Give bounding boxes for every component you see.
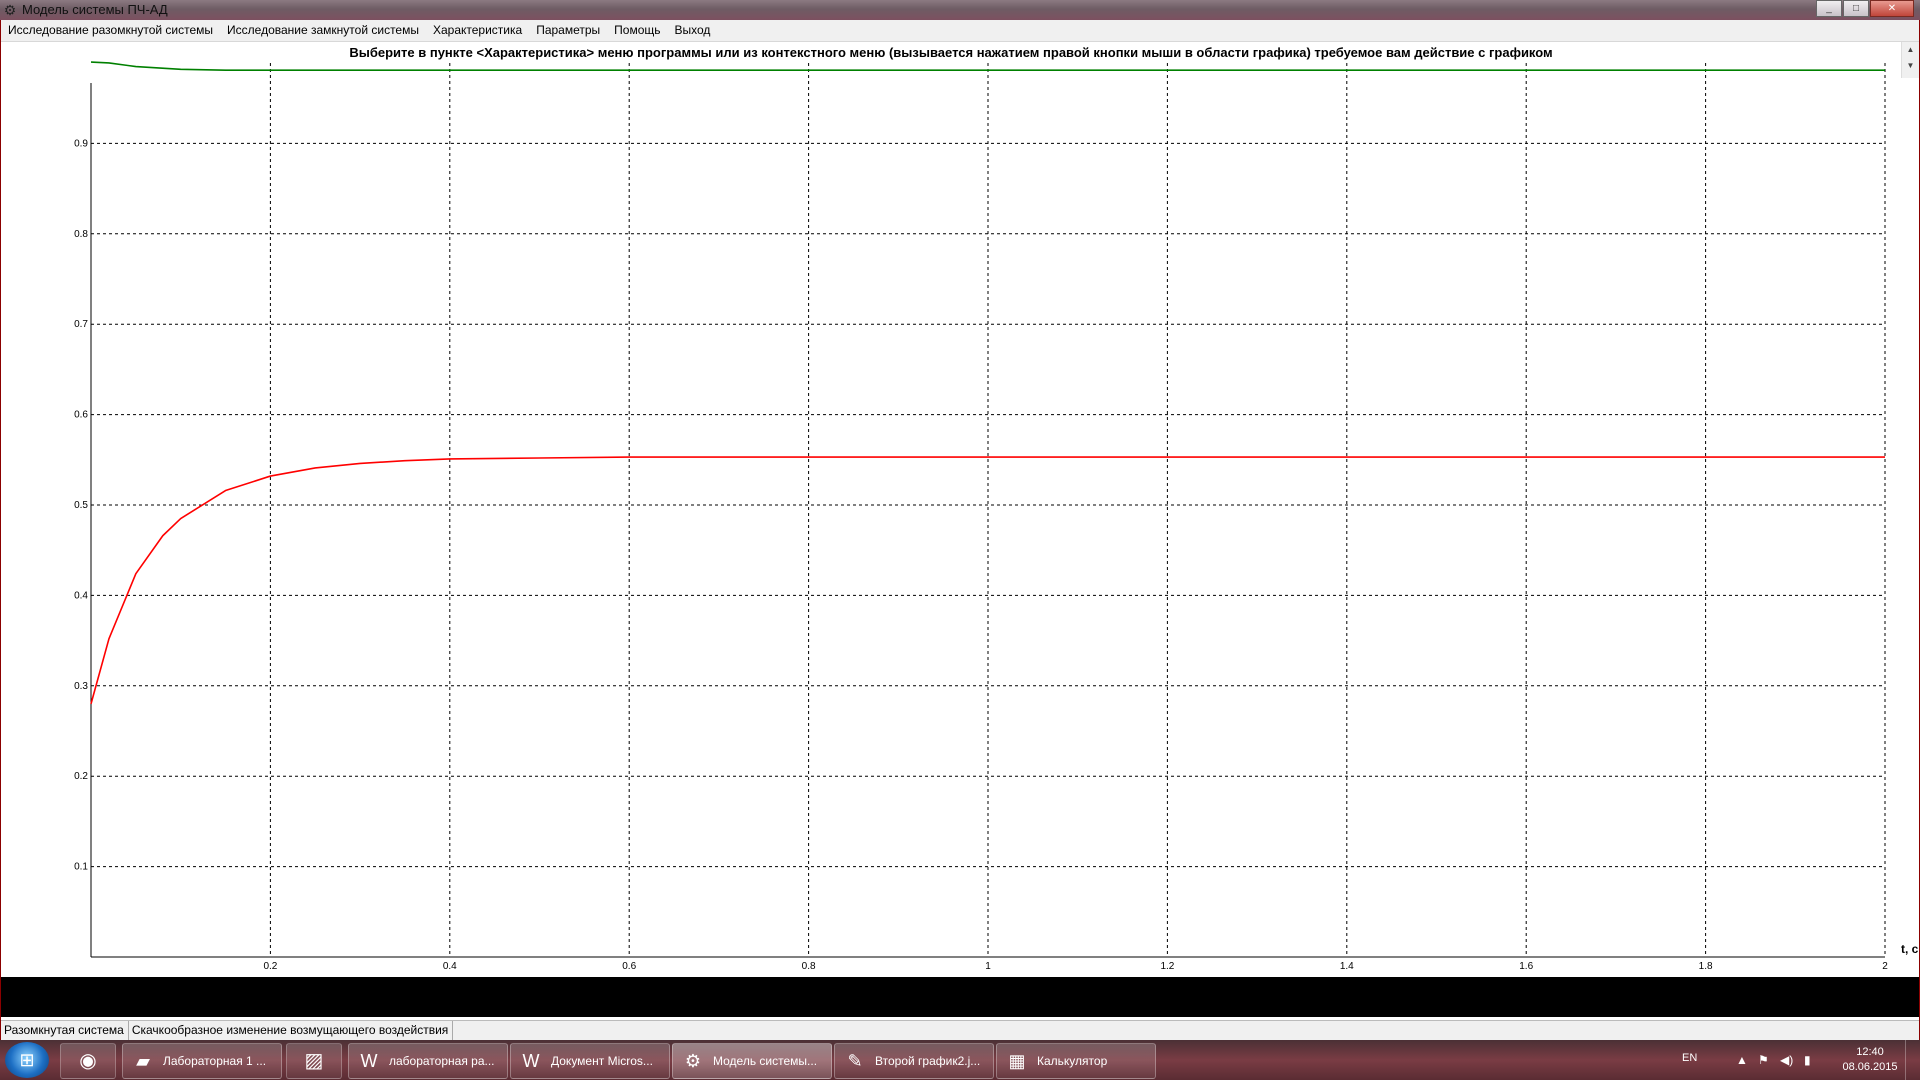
x-axis-label: t, c [1901, 942, 1919, 956]
menu-open-system[interactable]: Исследование разомкнутой системы [1, 20, 220, 41]
y-tick-label: 0.4 [74, 590, 88, 601]
menu-characteristic[interactable]: Характеристика [426, 20, 529, 41]
title-bar[interactable]: ⚙ Модель системы ПЧ-АД _ □ ✕ [0, 0, 1920, 20]
black-panel [1, 977, 1919, 1017]
volume-icon[interactable]: ◀) [1780, 1053, 1793, 1067]
task-word-doc[interactable]: W Документ Micros... [510, 1043, 670, 1079]
menu-bar: Исследование разомкнутой системы Исследо… [1, 20, 1919, 42]
clock-time: 12:40 [1856, 1046, 1884, 1058]
start-button[interactable]: ⊞ [5, 1042, 49, 1078]
instruction-text: Выберите в пункте <Характеристика> меню … [349, 45, 1553, 60]
task-label: Лабораторная 1 ... [163, 1054, 267, 1068]
y-tick-label: 0.9 [74, 138, 88, 149]
task-label: лабораторная ра... [389, 1054, 495, 1068]
plot-area[interactable]: 0.2 0.4 0.6 0.8 1 1.2 1.4 1.6 1.8 2 0.1 0.2 0.3 0.4 0.… [1, 42, 1919, 976]
task-paint[interactable]: ✎ Второй график2.j... [834, 1043, 994, 1079]
y-tick-label: 0.7 [74, 319, 88, 330]
status-description: Скачкообразное изменение возмущающего во… [129, 1021, 454, 1041]
x-tick-label: 1 [985, 961, 991, 972]
task-label: Модель системы... [713, 1054, 818, 1068]
system-tray: EN ▲ ⚑ ◀) ▮ 12:40 08.06.2015 [1670, 1040, 1920, 1080]
show-desktop-button[interactable] [1905, 1040, 1920, 1080]
vertical-scrollbar[interactable]: ▲ ▼ [1901, 42, 1919, 78]
x-tick-label: 0.2 [263, 961, 277, 972]
y-tick-label: 0.3 [74, 681, 88, 692]
firefox-pinned[interactable]: ◉ [60, 1043, 116, 1079]
y-tick-label: 0.5 [74, 500, 88, 511]
x-tick-label: 2 [1882, 961, 1888, 972]
maximize-button[interactable]: □ [1843, 0, 1869, 17]
menu-closed-system[interactable]: Исследование замкнутой системы [220, 20, 426, 41]
language-indicator[interactable]: EN [1682, 1052, 1697, 1064]
clock[interactable]: 12:40 08.06.2015 [1830, 1045, 1910, 1075]
task-calculator[interactable]: ▦ Калькулятор [996, 1043, 1156, 1079]
folder-icon: ▰ [136, 1051, 150, 1071]
x-tick-label: 0.8 [802, 961, 816, 972]
x-tick-label: 1.2 [1160, 961, 1174, 972]
task-model-system[interactable]: ⚙ Модель системы... [672, 1043, 832, 1079]
gear-icon: ⚙ [684, 1051, 702, 1071]
clock-date: 08.06.2015 [1842, 1061, 1898, 1073]
flag-icon[interactable]: ⚑ [1758, 1053, 1769, 1067]
menu-help[interactable]: Помощь [607, 20, 667, 41]
x-tick-label: 0.4 [443, 961, 457, 972]
windows-logo-icon: ⊞ [19, 1050, 35, 1070]
x-tick-label: 1.8 [1699, 961, 1713, 972]
task-label: Документ Micros... [551, 1054, 653, 1068]
word-icon: W [522, 1051, 540, 1071]
scroll-up-icon[interactable]: ▲ [1902, 42, 1919, 58]
task-word-lab[interactable]: W лабораторная ра... [348, 1043, 508, 1079]
task-label: Калькулятор [1037, 1054, 1108, 1068]
scroll-down-icon[interactable]: ▼ [1902, 58, 1919, 74]
task-lab-folder[interactable]: ▰ Лабораторная 1 ... [122, 1043, 282, 1079]
app-pin-icon: ▨ [304, 1050, 324, 1072]
x-tick-label: 0.6 [622, 961, 636, 972]
chart[interactable]: 0.2 0.4 0.6 0.8 1 1.2 1.4 1.6 1.8 2 0.1 0.2 0.3 0.4 0.… [1, 42, 1919, 976]
menu-exit[interactable]: Выход [668, 20, 718, 41]
window-title: Модель системы ПЧ-АД [22, 2, 168, 17]
y-tick-label: 0.1 [74, 862, 88, 873]
window-controls: _ □ ✕ [1815, 0, 1914, 18]
menu-parameters[interactable]: Параметры [529, 20, 607, 41]
word-icon: W [360, 1051, 378, 1071]
x-tick-label: 1.6 [1519, 961, 1533, 972]
firefox-icon: ◉ [79, 1050, 97, 1072]
paint-icon: ✎ [847, 1051, 863, 1071]
task-label: Второй график2.j... [875, 1054, 981, 1068]
app-gear-icon[interactable]: ⚙ [2, 2, 18, 18]
y-tick-label: 0.6 [74, 410, 88, 421]
status-bar: Разомкнутая система Скачкообразное измен… [1, 1020, 1919, 1041]
close-button[interactable]: ✕ [1870, 0, 1914, 17]
y-tick-label: 0.8 [74, 229, 88, 240]
show-hidden-icons-icon[interactable]: ▲ [1736, 1053, 1748, 1067]
network-icon[interactable]: ▮ [1804, 1053, 1811, 1067]
taskbar: ⊞ ◉ ▰ Лабораторная 1 ... ▨ W лабораторна… [0, 1040, 1920, 1080]
status-mode: Разомкнутая система [1, 1021, 129, 1041]
y-tick-label: 0.2 [74, 771, 88, 782]
x-tick-label: 1.4 [1340, 961, 1354, 972]
minimize-button[interactable]: _ [1816, 0, 1842, 17]
calculator-icon: ▦ [1008, 1051, 1026, 1071]
pinned-app[interactable]: ▨ [286, 1043, 342, 1079]
